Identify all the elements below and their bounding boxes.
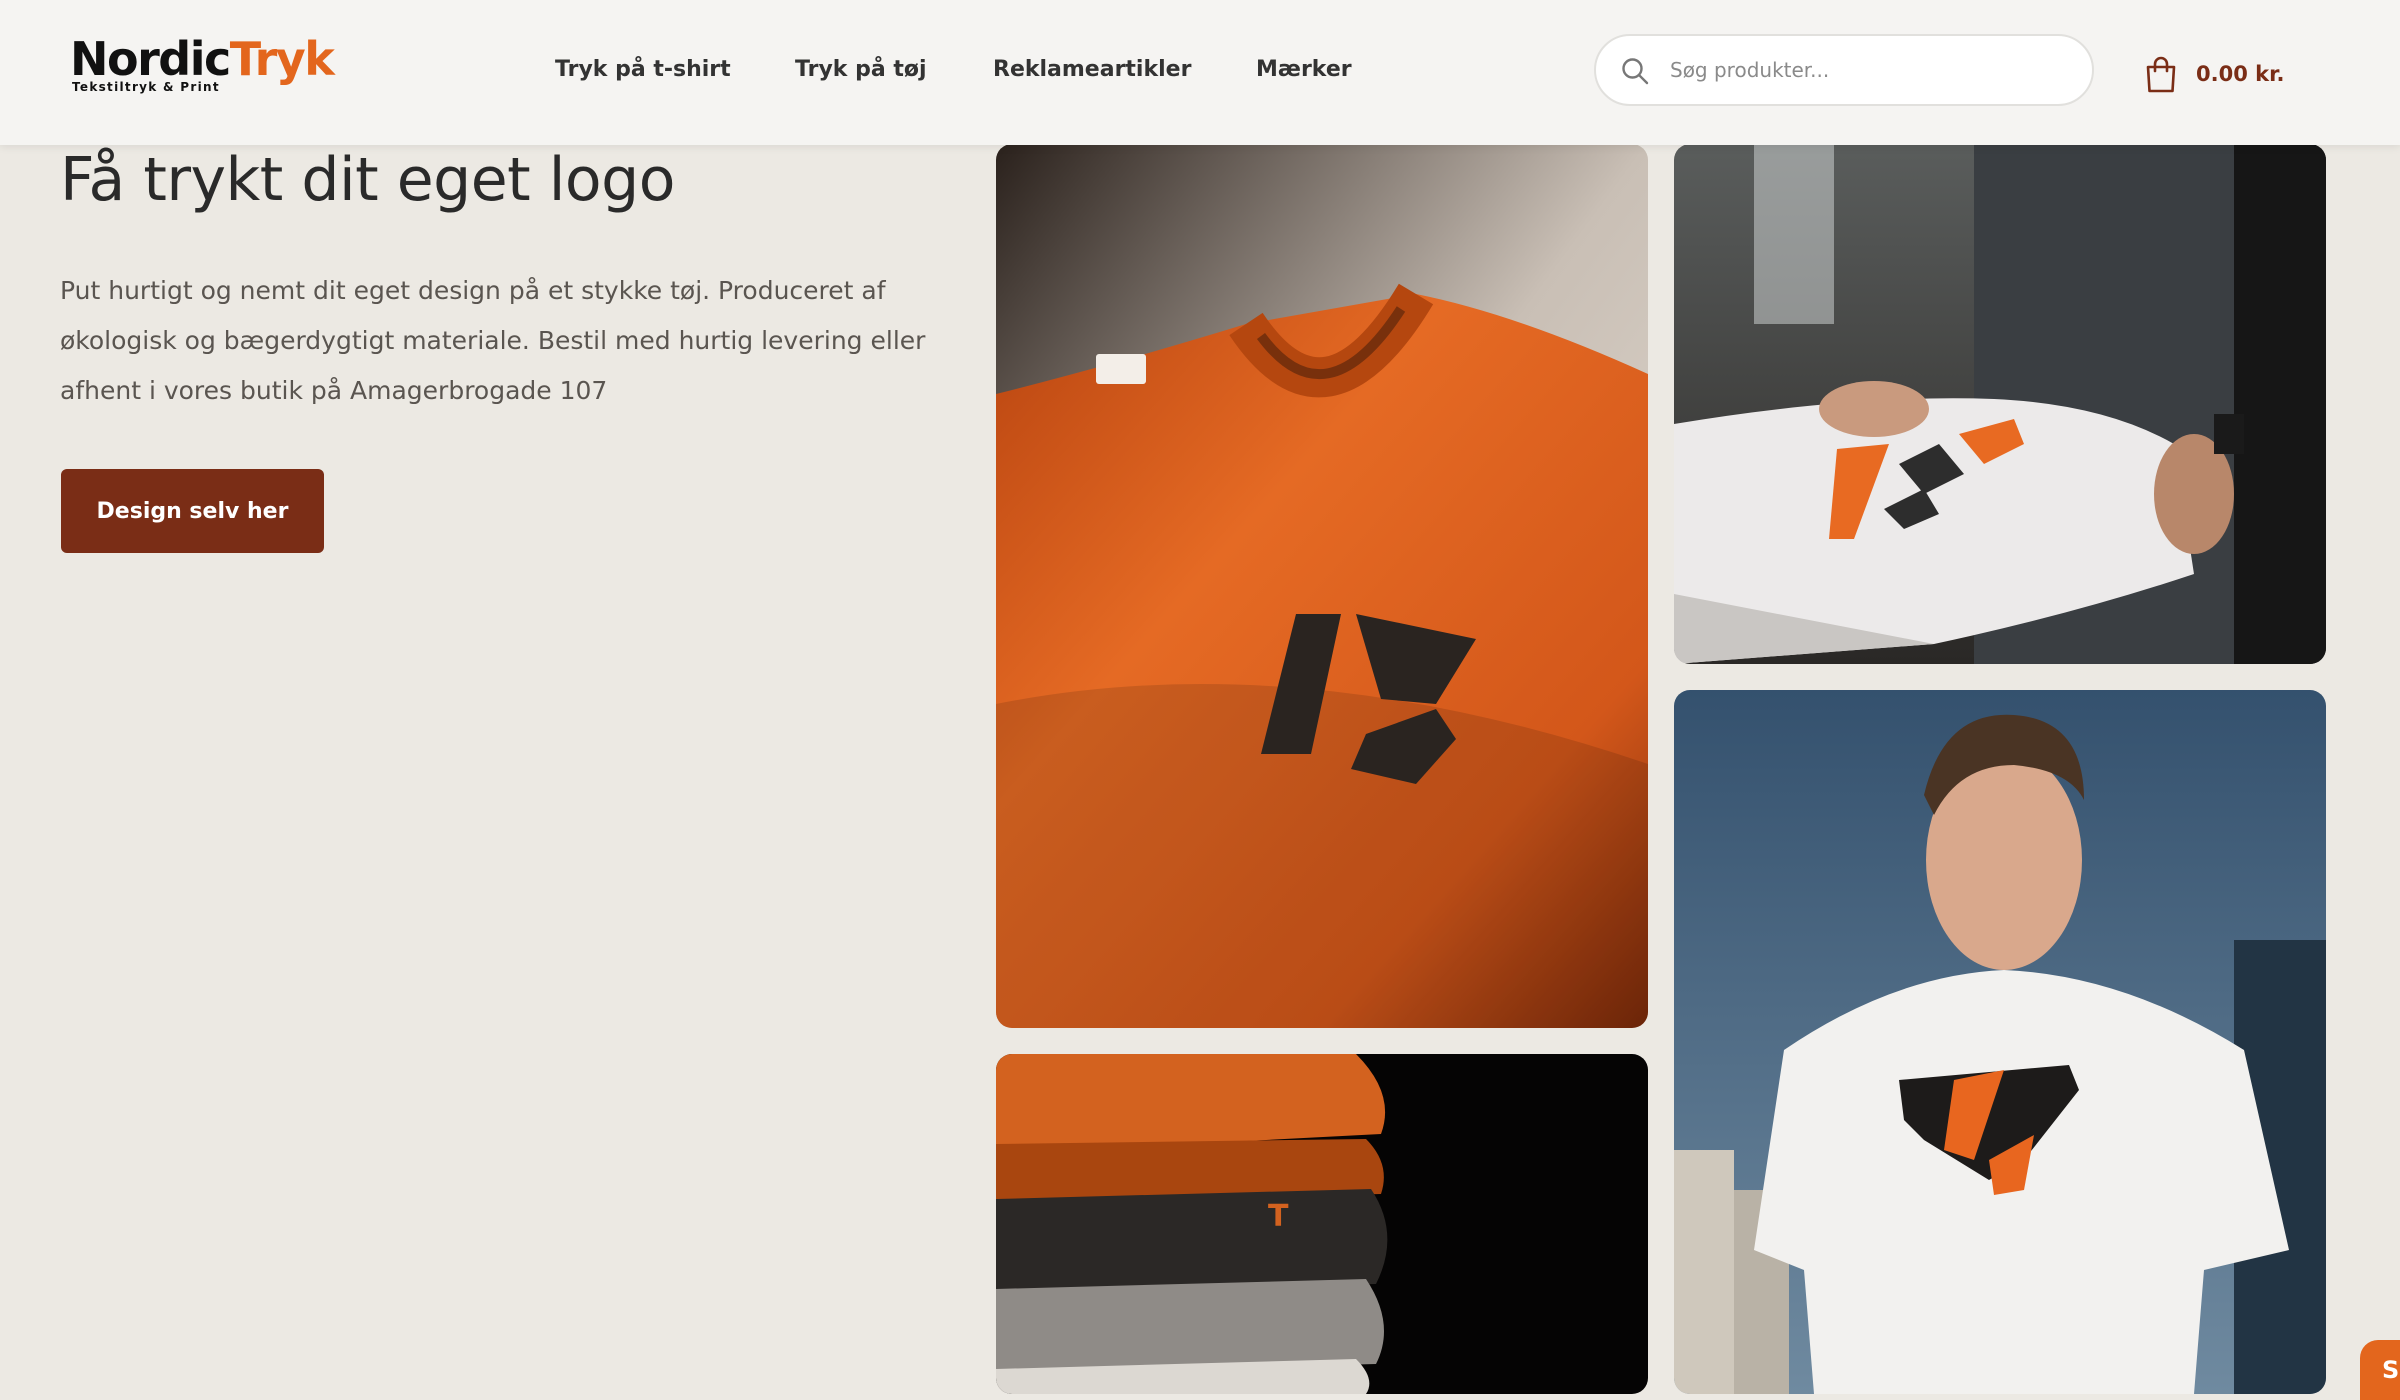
logo-tagline: Tekstiltryk & Print: [72, 80, 220, 94]
search-icon[interactable]: [1620, 56, 1650, 86]
hero-description: Put hurtigt og nemt dit eget design på e…: [60, 276, 926, 405]
search-input[interactable]: [1670, 50, 2070, 90]
nav-item-tryk-paa-tshirt[interactable]: Tryk på t-shirt: [555, 52, 731, 88]
shopping-bag-icon: [2146, 56, 2176, 93]
svg-text:T: T: [1268, 1199, 1289, 1234]
cart-total: 0.00 kr.: [2196, 62, 2285, 86]
gallery-image-folded-sweaters: T: [996, 1054, 1648, 1394]
nav-item-reklameartikler[interactable]: Reklameartikler: [993, 52, 1191, 88]
site-header: NordicTryk Tekstiltryk & Print Tryk på t…: [0, 0, 2400, 145]
logo[interactable]: NordicTryk Tekstiltryk & Print: [70, 36, 335, 100]
gallery-image-orange-tshirt: [996, 144, 1648, 1028]
cart-link[interactable]: 0.00 kr.: [2144, 54, 2294, 94]
design-cta-button[interactable]: Design selv her: [61, 469, 324, 553]
nav-item-tryk-paa-toej[interactable]: Tryk på tøj: [795, 52, 927, 88]
hero-title: Få trykt dit eget logo: [60, 145, 675, 215]
nav-item-maerker[interactable]: Mærker: [1256, 52, 1352, 88]
logo-wordmark: NordicTryk: [70, 32, 335, 86]
chat-widget-button[interactable]: S: [2360, 1340, 2400, 1400]
gallery-image-man-white-tshirt: [1674, 690, 2326, 1394]
search-box: [1594, 34, 2094, 106]
gallery-image-white-tshirt-held: [1674, 144, 2326, 664]
